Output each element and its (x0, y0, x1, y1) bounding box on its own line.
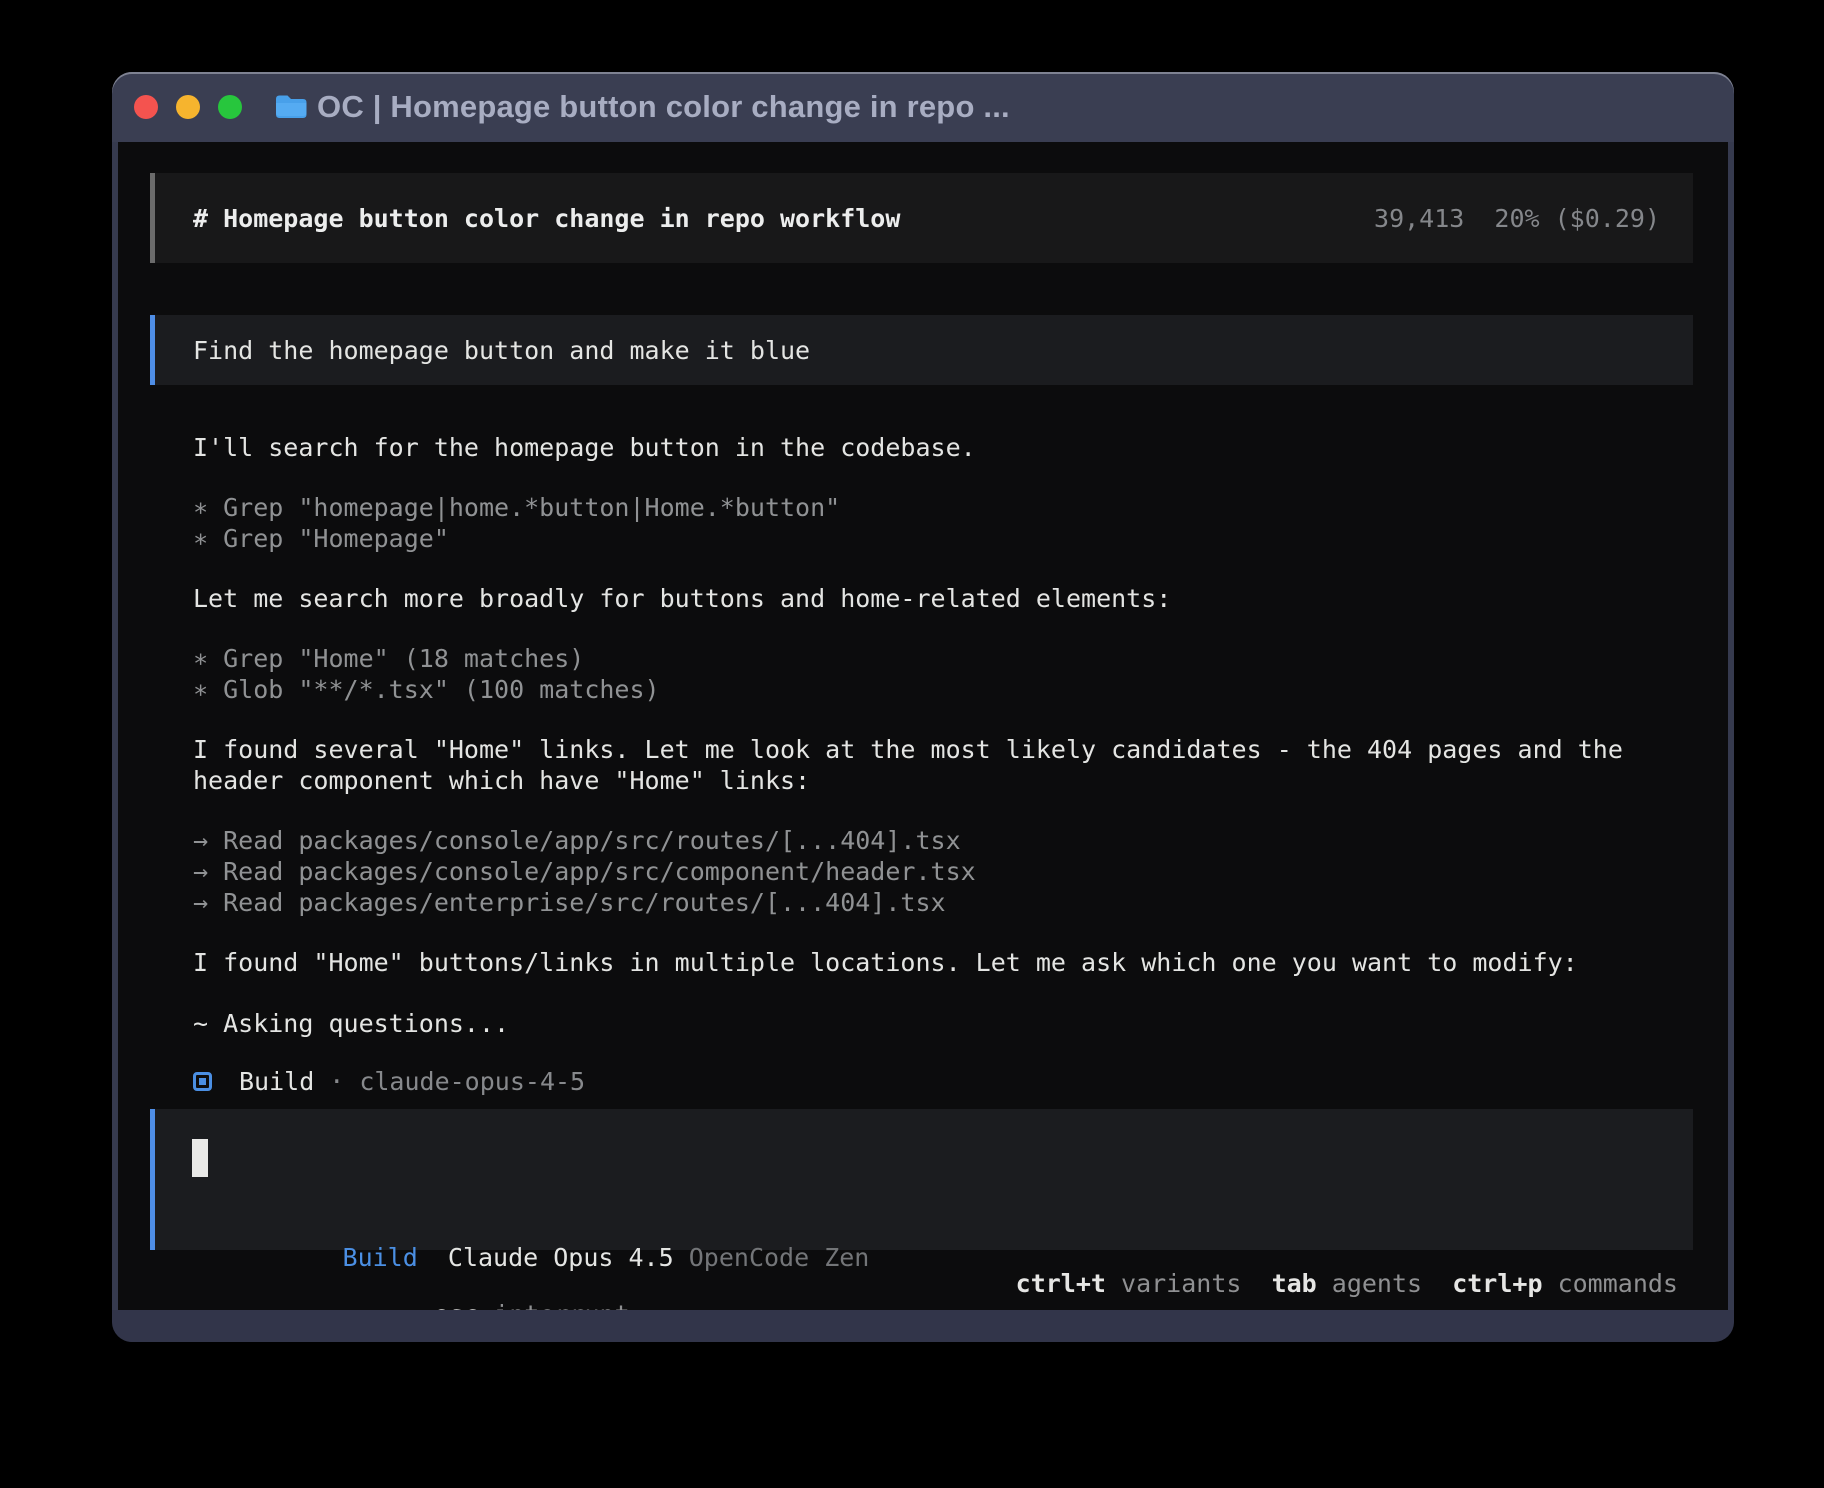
close-button[interactable] (134, 95, 158, 119)
tool-call-grep: ∗ Grep "Home" (18 matches) (193, 643, 584, 674)
gap (1241, 1269, 1271, 1298)
gap (1317, 1269, 1332, 1298)
window-titlebar[interactable]: OC | Homepage button color change in rep… (112, 72, 1734, 142)
hint-key-ctrl-p: ctrl+p (1452, 1269, 1542, 1298)
assistant-text-line: I'll search for the homepage button in t… (193, 432, 976, 463)
agent-separator: · (329, 1066, 344, 1097)
prompt-input[interactable]: Build Claude Opus 4.5 OpenCode Zen (150, 1109, 1693, 1250)
session-stats: 39,413 20% ($0.29) (1374, 204, 1660, 233)
tool-call-grep: ∗ Grep "homepage|home.*button|Home.*butt… (193, 492, 840, 523)
desktop: OC | Homepage button color change in rep… (0, 0, 1824, 1488)
agent-model-id: claude-opus-4-5 (359, 1066, 585, 1097)
terminal-content: # Homepage button color change in repo w… (118, 142, 1728, 1316)
gap (1543, 1269, 1558, 1298)
tool-call-glob: ∗ Glob "**/*.tsx" (100 matches) (193, 674, 660, 705)
user-message-block: Find the homepage button and make it blu… (150, 315, 1693, 385)
zoom-button[interactable] (218, 95, 242, 119)
tool-call-read: → Read packages/enterprise/src/routes/[.… (193, 887, 946, 918)
user-message-text: Find the homepage button and make it blu… (193, 336, 810, 365)
assistant-status-line: ~ Asking questions... (193, 1008, 509, 1039)
assistant-text-paragraph: I found several "Home" links. Let me loo… (193, 734, 1703, 796)
tool-call-grep: ∗ Grep "Homepage" (193, 523, 449, 554)
gap (1422, 1269, 1452, 1298)
folder-icon (274, 93, 308, 121)
status-bar: ········· esc interrupt ctrl+t variants … (163, 1268, 1678, 1299)
hint-key-ctrl-t: ctrl+t (1016, 1269, 1106, 1298)
minimize-button[interactable] (176, 95, 200, 119)
session-title: # Homepage button color change in repo w… (193, 204, 900, 233)
hint-label-variants: variants (1121, 1269, 1241, 1298)
tool-call-read: → Read packages/console/app/src/routes/[… (193, 825, 961, 856)
hint-key-tab: tab (1272, 1269, 1317, 1298)
window-bottom-bar (112, 1310, 1734, 1342)
agent-name: Build (239, 1066, 314, 1097)
assistant-text-line: I found "Home" buttons/links in multiple… (193, 947, 1578, 978)
build-agent-icon-dot (199, 1078, 206, 1085)
agent-status-row: Build · claude-opus-4-5 (193, 1066, 585, 1097)
traffic-lights (134, 95, 242, 119)
assistant-text-line: Let me search more broadly for buttons a… (193, 583, 1171, 614)
hint-label-commands: commands (1558, 1269, 1678, 1298)
tool-call-read: → Read packages/console/app/src/componen… (193, 856, 976, 887)
session-header: # Homepage button color change in repo w… (150, 173, 1693, 263)
build-agent-icon (193, 1072, 212, 1091)
gap (1106, 1269, 1121, 1298)
window-title: OC | Homepage button color change in rep… (317, 89, 1010, 125)
hint-label-agents: agents (1332, 1269, 1422, 1298)
terminal-window: OC | Homepage button color change in rep… (112, 72, 1734, 1342)
status-right: ctrl+t variants tab agents ctrl+p comman… (1016, 1268, 1678, 1299)
text-cursor (192, 1139, 208, 1177)
